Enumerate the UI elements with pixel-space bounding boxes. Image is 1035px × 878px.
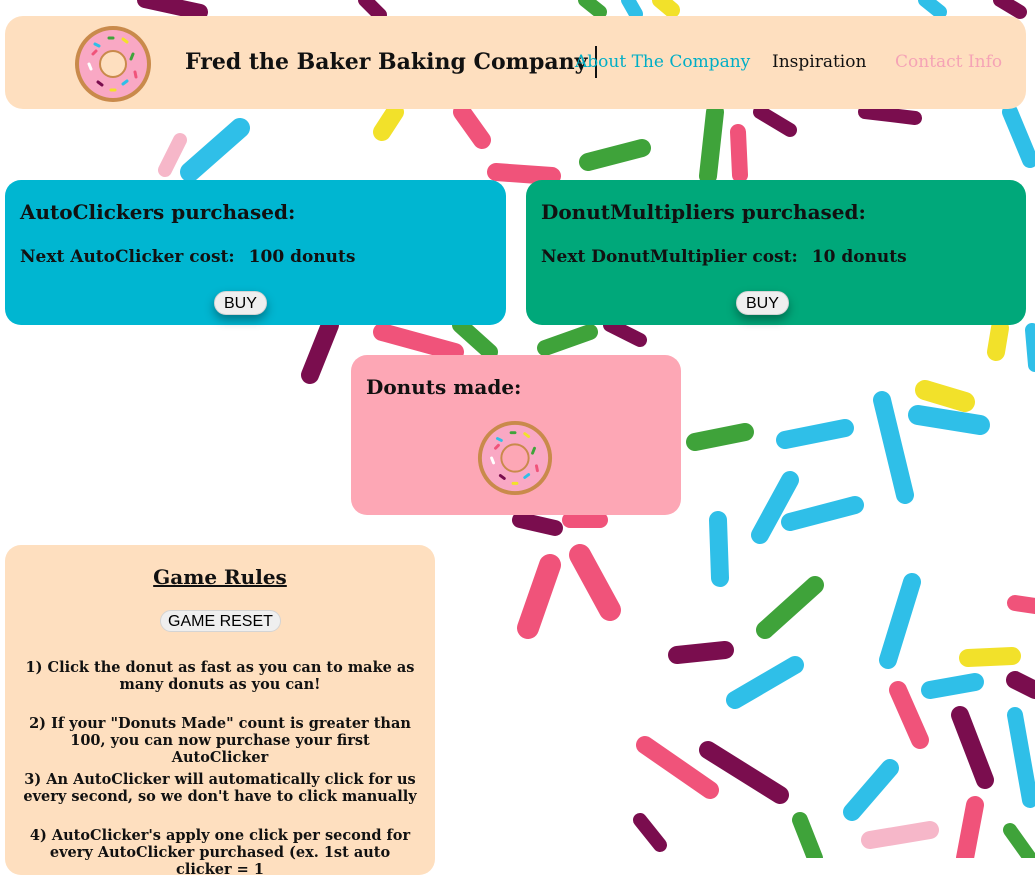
donut-icon bbox=[75, 26, 151, 102]
rule-item: 2) If your "Donuts Made" count is greate… bbox=[29, 715, 411, 766]
autoclicker-cost-value: 100 donuts bbox=[248, 247, 356, 267]
game-rules-title: Game Rules bbox=[153, 565, 287, 589]
multiplier-heading: DonutMultipliers purchased: bbox=[541, 200, 866, 224]
multiplier-card: DonutMultipliers purchased: Next DonutMu… bbox=[526, 180, 1026, 325]
donuts-made-card: Donuts made: bbox=[351, 355, 681, 515]
multiplier-cost-label: Next DonutMultiplier cost: bbox=[541, 247, 798, 267]
autoclicker-cost: Next AutoClicker cost: 100 donuts bbox=[20, 247, 355, 267]
autoclicker-card: AutoClickers purchased: Next AutoClicker… bbox=[5, 180, 506, 325]
nav-inspiration-link[interactable]: Inspiration bbox=[772, 52, 866, 72]
donuts-made-heading: Donuts made: bbox=[366, 375, 522, 399]
buy-multiplier-button[interactable]: BUY bbox=[736, 291, 789, 315]
game-reset-button[interactable]: GAME RESET bbox=[160, 610, 281, 632]
rule-item: 4) AutoClicker's apply one click per sec… bbox=[29, 827, 411, 878]
autoclicker-heading: AutoClickers purchased: bbox=[20, 200, 296, 224]
rule-item: 1) Click the donut as fast as you can to… bbox=[25, 659, 415, 693]
nav-contact-link[interactable]: Contact Info bbox=[895, 52, 1002, 72]
multiplier-cost: Next DonutMultiplier cost: 10 donuts bbox=[541, 247, 907, 267]
game-rules-card: Game Rules GAME RESET 1) Click the donut… bbox=[5, 545, 435, 878]
donut-icon[interactable] bbox=[476, 419, 554, 497]
multiplier-cost-value: 10 donuts bbox=[811, 247, 907, 267]
company-name: Fred the Baker Baking Company bbox=[185, 46, 598, 78]
autoclicker-cost-label: Next AutoClicker cost: bbox=[20, 247, 235, 267]
site-header: Fred the Baker Baking Company About The … bbox=[5, 16, 1026, 109]
buy-autoclicker-button[interactable]: BUY bbox=[214, 291, 267, 315]
nav-about-link[interactable]: About The Company bbox=[575, 52, 750, 72]
rule-item: 3) An AutoClicker will automatically cli… bbox=[23, 771, 417, 805]
